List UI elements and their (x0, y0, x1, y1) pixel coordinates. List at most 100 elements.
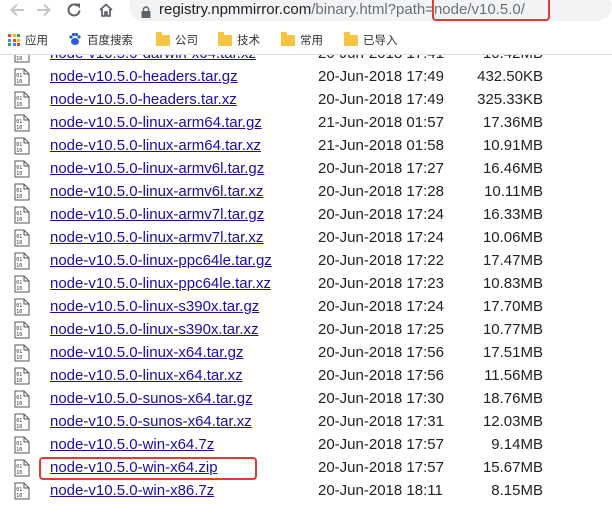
file-row: 01 10 node-v10.5.0-linux-x64.tar.gz 20-J… (0, 341, 612, 364)
binary-file-icon: 01 10 (14, 160, 30, 178)
file-row: 01 10 node-v10.5.0-headers.tar.xz 20-Jun… (0, 88, 612, 111)
file-date: 21-Jun-2018 01:58 (318, 137, 444, 154)
folder-icon (344, 32, 358, 46)
binary-file-icon: 01 10 (14, 459, 30, 477)
svg-text:10: 10 (16, 56, 22, 62)
file-row: 01 10 node-v10.5.0-linux-armv7l.tar.gz 2… (0, 203, 612, 226)
file-link[interactable]: node-v10.5.0-linux-arm64.tar.xz (50, 137, 261, 154)
bookmark-folder-company[interactable]: 公司 (156, 31, 198, 49)
file-date: 20-Jun-2018 17:49 (318, 91, 444, 108)
file-link[interactable]: node-v10.5.0-darwin-x64.tar.xz (50, 55, 256, 62)
file-link[interactable]: node-v10.5.0-linux-armv6l.tar.gz (50, 160, 264, 177)
svg-text:10: 10 (16, 125, 22, 131)
bookmarks-bar: 应用 百度搜索 公司 技术 常用 已导入 (0, 26, 612, 55)
svg-text:10: 10 (16, 263, 22, 269)
file-date: 20-Jun-2018 17:31 (318, 413, 444, 430)
file-link[interactable]: node-v10.5.0-sunos-x64.tar.gz (50, 390, 253, 407)
file-link[interactable]: node-v10.5.0-sunos-x64.tar.xz (50, 413, 252, 430)
bookmark-folder-tech[interactable]: 技术 (218, 31, 260, 49)
file-row: 01 10 node-v10.5.0-sunos-x64.tar.gz 20-J… (0, 387, 612, 410)
file-size: 432.50KB (477, 68, 543, 85)
binary-file-icon: 01 10 (14, 321, 30, 339)
file-date: 20-Jun-2018 17:57 (318, 436, 444, 453)
file-size: 10.06MB (482, 229, 543, 246)
file-link[interactable]: node-v10.5.0-linux-x64.tar.gz (50, 344, 243, 361)
file-size: 10.42MB (483, 55, 543, 62)
bookmark-label: 公司 (175, 35, 198, 47)
bookmark-apps[interactable]: 应用 (8, 31, 48, 49)
file-date: 20-Jun-2018 17:25 (318, 321, 444, 338)
file-link[interactable]: node-v10.5.0-linux-x64.tar.xz (50, 367, 243, 384)
file-link[interactable]: node-v10.5.0-headers.tar.gz (50, 68, 238, 85)
file-link[interactable]: node-v10.5.0-linux-s390x.tar.gz (50, 298, 259, 315)
file-rows: 01 10 node-v10.5.0-darwin-x64.tar.xz 20-… (0, 55, 612, 502)
file-link[interactable]: node-v10.5.0-headers.tar.xz (50, 91, 237, 108)
file-link[interactable]: node-v10.5.0-linux-armv6l.tar.xz (50, 183, 263, 200)
file-row-highlighted: 01 10 node-v10.5.0-win-x64.zip 20-Jun-20… (0, 456, 612, 480)
svg-text:10: 10 (16, 148, 22, 154)
binary-file-icon: 01 10 (14, 229, 30, 247)
file-date: 20-Jun-2018 18:11 (318, 482, 443, 499)
bookmark-folder-common[interactable]: 常用 (281, 31, 323, 49)
file-size: 10.83MB (482, 275, 543, 292)
file-size: 17.51MB (482, 344, 543, 361)
file-size: 12.03MB (482, 413, 543, 430)
file-row: 01 10 node-v10.5.0-linux-armv6l.tar.xz 2… (0, 180, 612, 203)
file-date: 20-Jun-2018 17:56 (318, 367, 444, 384)
folder-icon (156, 32, 170, 46)
bookmark-folder-imported[interactable]: 已导入 (344, 31, 398, 49)
svg-text:10: 10 (16, 102, 22, 108)
file-row: 01 10 node-v10.5.0-sunos-x64.tar.xz 20-J… (0, 410, 612, 433)
reload-icon[interactable] (63, 0, 85, 20)
file-link[interactable]: node-v10.5.0-win-x86.7z (50, 482, 214, 499)
file-date: 20-Jun-2018 17:24 (318, 298, 444, 315)
svg-text:10: 10 (16, 79, 22, 85)
file-date: 20-Jun-2018 17:27 (318, 160, 444, 177)
file-row: 01 10 node-v10.5.0-linux-x64.tar.xz 20-J… (0, 364, 612, 387)
svg-text:10: 10 (16, 447, 22, 453)
binary-file-icon: 01 10 (14, 344, 30, 362)
file-date: 20-Jun-2018 17:41 (318, 55, 444, 62)
file-link[interactable]: node-v10.5.0-linux-s390x.tar.xz (50, 321, 258, 338)
file-link[interactable]: node-v10.5.0-linux-ppc64le.tar.gz (50, 252, 272, 269)
svg-text:10: 10 (16, 217, 22, 223)
file-link[interactable]: node-v10.5.0-win-x64.7z (50, 436, 214, 453)
file-date: 20-Jun-2018 17:28 (318, 183, 444, 200)
file-link[interactable]: node-v10.5.0-linux-arm64.tar.gz (50, 114, 262, 131)
file-row: 01 10 node-v10.5.0-linux-ppc64le.tar.gz … (0, 249, 612, 272)
file-link[interactable]: node-v10.5.0-linux-ppc64le.tar.xz (50, 275, 271, 292)
file-size: 10.91MB (482, 137, 543, 154)
home-icon[interactable] (95, 0, 117, 20)
apps-grid-icon (8, 34, 20, 46)
file-link[interactable]: node-v10.5.0-linux-armv7l.tar.gz (50, 206, 264, 223)
url-highlight-box (432, 0, 550, 21)
svg-text:10: 10 (16, 286, 22, 292)
bookmark-label: 常用 (300, 35, 323, 47)
bookmark-label: 技术 (237, 35, 260, 47)
svg-text:10: 10 (16, 240, 22, 246)
file-link[interactable]: node-v10.5.0-linux-armv7l.tar.xz (50, 229, 263, 246)
binary-file-icon: 01 10 (14, 91, 30, 109)
svg-text:10: 10 (16, 355, 22, 361)
file-row: 01 10 node-v10.5.0-darwin-x64.tar.xz 20-… (0, 55, 612, 65)
file-date: 20-Jun-2018 17:23 (318, 275, 444, 292)
file-row: 01 10 node-v10.5.0-headers.tar.gz 20-Jun… (0, 65, 612, 88)
file-row: 01 10 node-v10.5.0-linux-s390x.tar.gz 20… (0, 295, 612, 318)
bookmark-baidu[interactable]: 百度搜索 (68, 31, 133, 49)
binary-file-icon: 01 10 (14, 137, 30, 155)
file-row: 01 10 node-v10.5.0-win-x64.7z 20-Jun-201… (0, 433, 612, 456)
binary-file-icon: 01 10 (14, 367, 30, 385)
back-arrow-icon[interactable] (6, 0, 28, 20)
file-row: 01 10 node-v10.5.0-win-x86.7z 20-Jun-201… (0, 479, 612, 502)
binary-file-icon: 01 10 (14, 55, 30, 63)
binary-file-icon: 01 10 (14, 275, 30, 293)
file-size: 8.15MB (491, 482, 543, 499)
binary-file-icon: 01 10 (14, 183, 30, 201)
file-size: 9.14MB (491, 436, 543, 453)
binary-file-icon: 01 10 (14, 252, 30, 270)
forward-arrow-icon[interactable] (33, 0, 55, 20)
file-date: 20-Jun-2018 17:24 (318, 229, 444, 246)
svg-text:10: 10 (16, 171, 22, 177)
lock-icon[interactable] (141, 5, 151, 23)
file-row: 01 10 node-v10.5.0-linux-armv7l.tar.xz 2… (0, 226, 612, 249)
